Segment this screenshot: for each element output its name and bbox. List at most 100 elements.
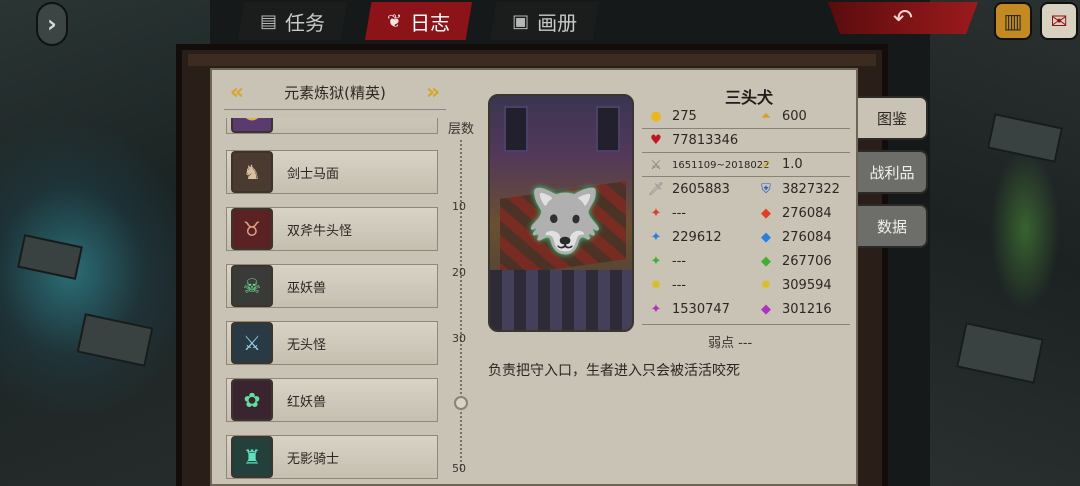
monster-list[interactable]: ☻ ♞ 剑士马面 ♉ 双斧牛头怪 ☠ 巫妖兽 ⚔ 无头怪 ✿ 红妖兽 ♜ 无影骑… <box>226 118 438 486</box>
list-item[interactable]: ✿ 红妖兽 <box>226 378 438 422</box>
dark-resist-icon: ◆ <box>761 301 771 317</box>
album-icon: ▣ <box>512 10 530 32</box>
stat-value: --- <box>672 205 687 221</box>
chevron-right-icon[interactable]: » <box>420 78 446 108</box>
tab-loot[interactable]: 战利品 <box>858 150 928 194</box>
stat-speed: ➶ 1.0 <box>758 156 803 172</box>
exp-chevron-icon: ⏶ <box>760 108 772 124</box>
floor-marker[interactable] <box>454 396 468 410</box>
stat-value: 1.0 <box>782 156 803 172</box>
stat-value: 229612 <box>672 229 722 245</box>
divider <box>642 152 850 153</box>
chevron-right-icon[interactable]: › <box>36 2 68 46</box>
stat-fire-attack: ✦ --- <box>648 205 687 221</box>
chevron-left-icon[interactable]: « <box>224 78 250 108</box>
light-attack-icon: ✸ <box>650 277 662 293</box>
treasure-chest-icon[interactable]: ▥ <box>994 2 1032 40</box>
shield-icon: ⛨ <box>761 181 771 197</box>
tab-journal[interactable]: ❦ 日志 <box>365 2 473 40</box>
stat-light-attack: ✸ --- <box>648 277 687 293</box>
floor-tick: 30 <box>452 332 466 345</box>
weakness-label: 弱点 --- <box>708 336 753 351</box>
stat-value: 276084 <box>782 205 832 221</box>
quest-scroll-icon: ▤ <box>260 10 278 32</box>
divider <box>642 128 850 129</box>
ice-attack-icon: ✦ <box>650 229 662 245</box>
floor-track[interactable] <box>460 140 462 470</box>
castle-window <box>504 106 528 152</box>
stat-dark-attack: ✦ 1530747 <box>648 301 730 317</box>
stat-nature-attack: ✦ --- <box>648 253 687 269</box>
tab-album[interactable]: ▣ 画册 <box>490 2 600 40</box>
boot-icon: ➶ <box>760 156 772 172</box>
return-arrow-icon[interactable]: ↶ <box>828 2 978 34</box>
bestiary-panel: « 元素炼狱(精英) » ☻ ♞ 剑士马面 ♉ 双斧牛头怪 ☠ 巫妖兽 ⚔ 无头… <box>210 68 858 486</box>
monster-name: 双斧牛头怪 <box>287 223 353 239</box>
lich-beast-icon: ☠ <box>231 265 273 307</box>
side-tab-label: 数据 <box>876 217 907 236</box>
journal-tabs: ▤ 任务 ❦ 日志 ▣ 画册 <box>238 2 600 42</box>
tab-label: 任务 <box>285 10 326 35</box>
stat-value: 600 <box>782 108 807 124</box>
stat-value: 301216 <box>782 301 832 317</box>
list-item[interactable]: ♞ 剑士马面 <box>226 150 438 194</box>
monster-name: 巫妖兽 <box>287 280 327 296</box>
floor-tick: 20 <box>452 266 466 279</box>
gold-coin-icon: ● <box>650 108 662 124</box>
sword-icon: 🗡 <box>647 181 665 197</box>
stat-value: 1530747 <box>672 301 730 317</box>
stat-dark-resist: ◆ 301216 <box>758 301 832 317</box>
nature-resist-icon: ◆ <box>761 253 771 269</box>
stat-value: --- <box>672 277 687 293</box>
ice-resist-icon: ◆ <box>761 229 771 245</box>
heart-icon: ♥ <box>650 132 662 148</box>
stat-attack: 🗡 2605883 <box>648 181 730 197</box>
list-item[interactable]: ☻ <box>226 118 438 134</box>
shadow-knight-icon: ♜ <box>231 436 273 478</box>
side-tab-label: 图鉴 <box>876 109 907 128</box>
journal-icon: ❦ <box>387 10 403 32</box>
monster-title: 三头犬 <box>724 88 773 107</box>
list-item[interactable]: ♉ 双斧牛头怪 <box>226 207 438 251</box>
tab-label: 画册 <box>537 10 578 35</box>
monster-name: 剑士马面 <box>287 166 340 182</box>
list-item[interactable]: ☠ 巫妖兽 <box>226 264 438 308</box>
red-demon-icon: ✿ <box>231 379 273 421</box>
tab-bestiary[interactable]: 图鉴 <box>858 96 928 140</box>
stat-value: 1651109~2018022 <box>672 159 770 171</box>
stat-ice-attack: ✦ 229612 <box>648 229 722 245</box>
monster-name: 红妖兽 <box>287 394 327 410</box>
tab-quests[interactable]: ▤ 任务 <box>238 2 348 40</box>
stat-exp: ⏶ 600 <box>758 108 807 124</box>
stat-level-range: ⚔ 1651109~2018022 <box>648 157 769 173</box>
top-bar: › ▤ 任务 ❦ 日志 ▣ 画册 ↶ ▥ ✉ <box>0 0 1080 46</box>
stat-hp: ♥ 77813346 <box>648 132 738 148</box>
floor-tick: 10 <box>452 200 466 213</box>
mail-scroll-icon[interactable]: ✉ <box>1040 2 1078 40</box>
stat-value: 267706 <box>782 253 832 269</box>
divider <box>642 176 850 177</box>
stat-value: 77813346 <box>672 132 739 148</box>
monster-description: 负责把守入口，生者进入只会被活活咬死 <box>488 363 740 379</box>
castle-arches <box>490 270 632 330</box>
fire-resist-icon: ◆ <box>761 205 771 221</box>
floor-label: 层数 <box>448 122 475 137</box>
cerberus-icon: 🐺 <box>526 184 604 257</box>
list-item[interactable]: ♜ 无影骑士 <box>226 435 438 479</box>
dungeon-title: 元素炼狱(精英) <box>284 84 386 102</box>
stat-ice-resist: ◆ 276084 <box>758 229 832 245</box>
horse-face-icon: ♞ <box>231 151 273 193</box>
light-resist-icon: ✹ <box>760 277 772 293</box>
stat-defense: ⛨ 3827322 <box>758 181 840 197</box>
bull-head-icon: ♉ <box>231 208 273 250</box>
tab-data[interactable]: 数据 <box>858 204 928 248</box>
list-item[interactable]: ⚔ 无头怪 <box>226 321 438 365</box>
sword-level-icon: ⚔ <box>650 157 662 173</box>
stat-light-resist: ✹ 309594 <box>758 277 832 293</box>
stat-value: 276084 <box>782 229 832 245</box>
fire-attack-icon: ✦ <box>650 205 662 221</box>
stat-nature-resist: ◆ 267706 <box>758 253 832 269</box>
floor-tick: 50 <box>452 462 466 475</box>
dungeon-selector: « 元素炼狱(精英) » <box>224 76 446 110</box>
moss-glow <box>990 150 1060 310</box>
